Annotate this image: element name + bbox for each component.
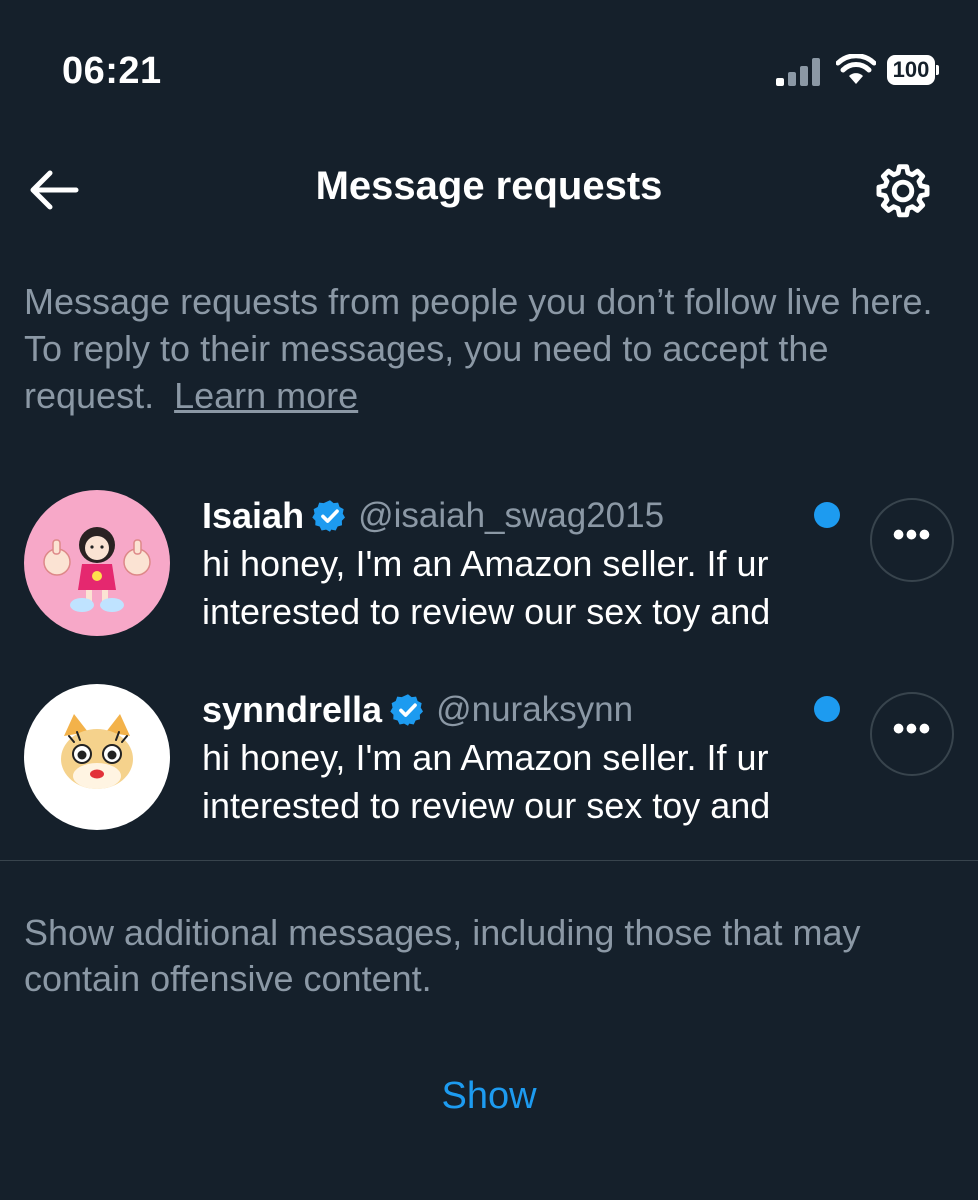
info-text: Message requests from people you don’t f… — [24, 278, 954, 419]
request-body: Isaiah @isaiah_swag2015 hi honey, I'm an… — [202, 492, 862, 636]
message-preview-line: interested to review our sex toy and — [202, 591, 771, 632]
show-button[interactable]: Show — [0, 1075, 978, 1118]
display-name: synndrella — [202, 689, 383, 730]
name-line: Isaiah @isaiah_swag2015 — [202, 492, 862, 540]
handle: @isaiah_swag2015 — [358, 496, 665, 535]
gear-icon — [876, 164, 930, 218]
name-line: synndrella @nuraksynn — [202, 686, 862, 734]
display-name: Isaiah — [202, 495, 305, 536]
unread-indicator — [814, 502, 840, 528]
avatar[interactable] — [24, 684, 170, 830]
learn-more-link[interactable]: Learn more — [174, 375, 358, 416]
battery-level: 100 — [892, 57, 930, 82]
verified-badge-icon — [390, 694, 424, 726]
message-preview-line: interested to review our sex toy and — [202, 785, 771, 826]
more-options-button[interactable]: ••• — [870, 692, 954, 776]
wifi-icon — [836, 54, 876, 84]
more-dots-icon: ••• — [892, 710, 932, 748]
cartoon-girl-avatar-icon — [24, 490, 170, 636]
settings-button[interactable] — [872, 160, 934, 222]
page-title: Message requests — [315, 164, 663, 208]
divider — [0, 860, 978, 861]
cartoon-cat-avatar-icon — [24, 684, 170, 830]
list-item[interactable]: synndrella @nuraksynn hi honey, I'm an A… — [0, 674, 978, 844]
info-body: Message requests from people you don’t f… — [24, 281, 933, 416]
avatar[interactable] — [24, 490, 170, 636]
battery-icon: 100 — [887, 55, 939, 87]
message-preview-line: hi honey, I'm an Amazon seller. If ur — [202, 737, 769, 778]
verified-badge-icon — [312, 500, 346, 532]
message-preview-line: hi honey, I'm an Amazon seller. If ur — [202, 543, 769, 584]
more-options-button[interactable]: ••• — [870, 498, 954, 582]
handle: @nuraksynn — [436, 690, 634, 729]
additional-messages-text: Show additional messages, including thos… — [24, 912, 861, 999]
header: Message requests — [0, 140, 978, 240]
more-dots-icon: ••• — [892, 516, 932, 554]
status-time: 06:21 — [62, 50, 162, 92]
request-body: synndrella @nuraksynn hi honey, I'm an A… — [202, 686, 862, 830]
status-bar: 06:21 100 — [0, 0, 978, 130]
cellular-signal-icon — [776, 58, 822, 86]
list-item[interactable]: Isaiah @isaiah_swag2015 hi honey, I'm an… — [0, 480, 978, 650]
unread-indicator — [814, 696, 840, 722]
